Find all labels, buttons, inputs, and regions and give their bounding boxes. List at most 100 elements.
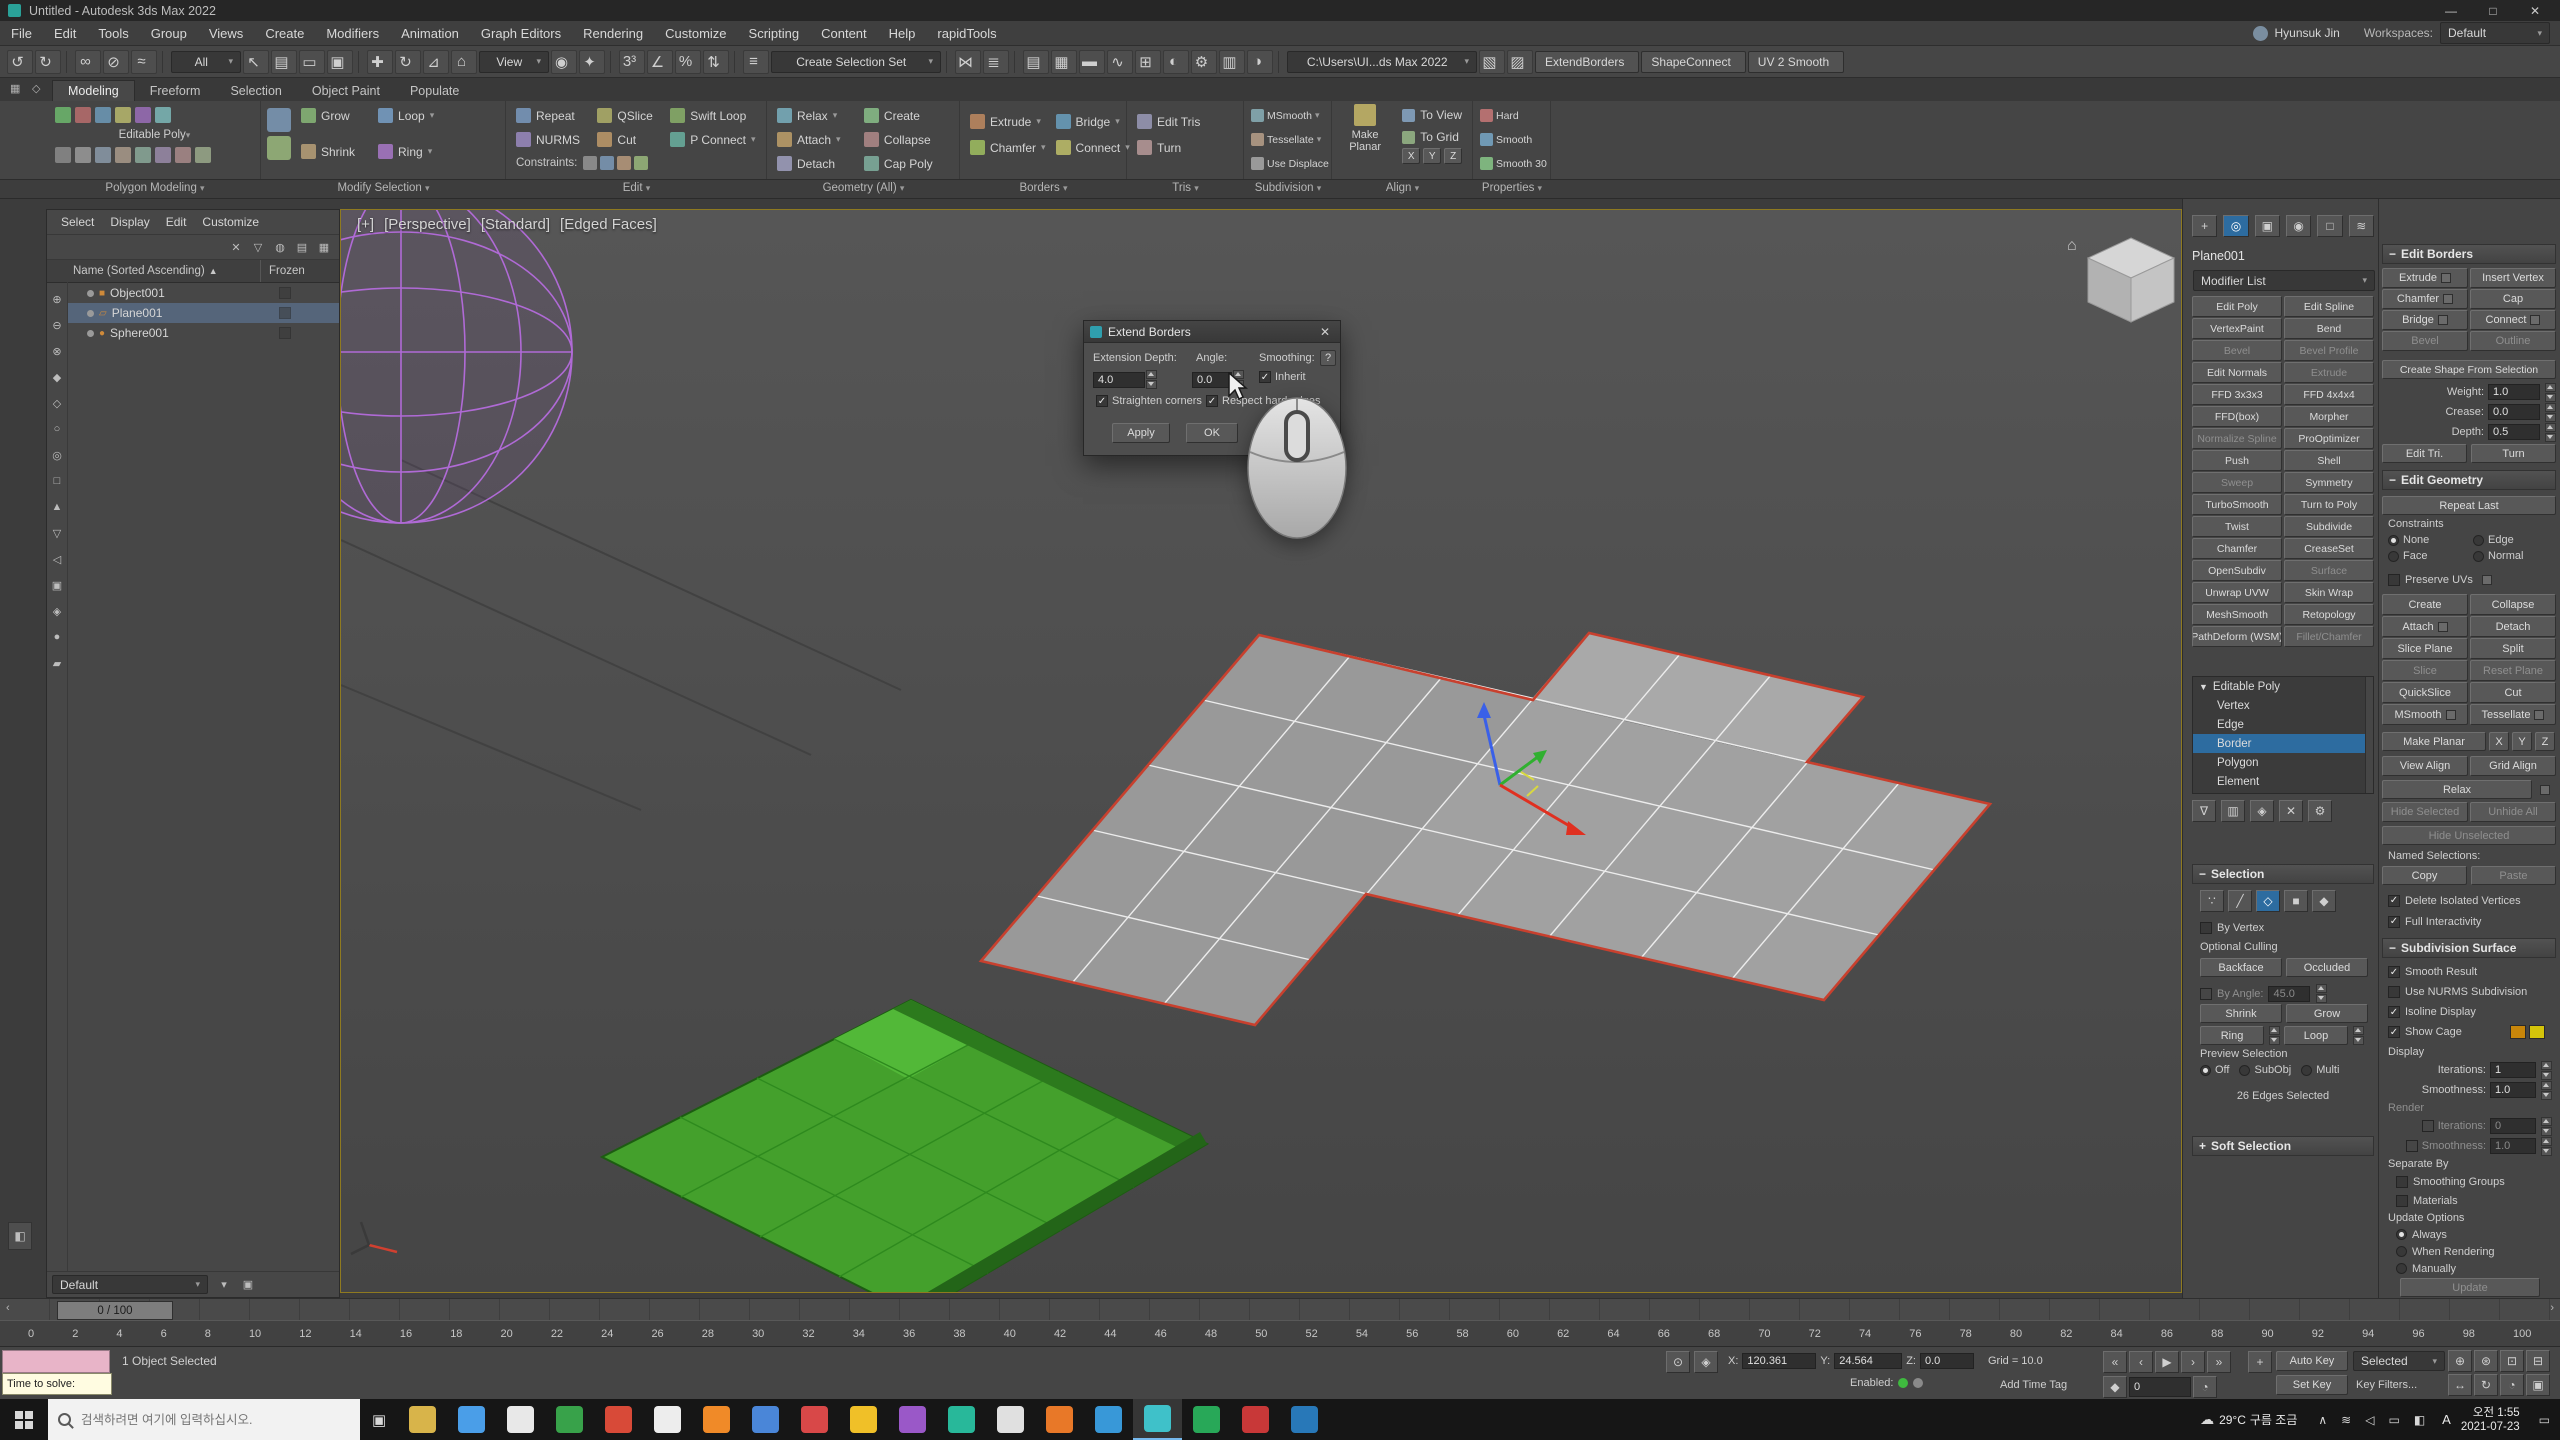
time-configuration-icon[interactable]: ◔ <box>2193 1376 2217 1398</box>
explorer-menu-item[interactable]: Select <box>53 215 102 229</box>
stack-subobject-item[interactable]: Edge <box>2193 715 2373 734</box>
material-editor-icon[interactable]: ◐ <box>1163 50 1189 74</box>
workspace-tool-icon-1[interactable]: ▧ <box>1479 50 1505 74</box>
shrink-button[interactable]: Shrink <box>2200 1004 2282 1023</box>
menu-item[interactable]: Edit <box>43 26 87 41</box>
toolbar-icon[interactable] <box>1014 51 1018 73</box>
modifier-button[interactable]: CreaseSet <box>2284 538 2374 559</box>
select-place-icon[interactable]: ⌂ <box>451 50 477 74</box>
by-angle-checkbox[interactable] <box>2200 988 2212 1000</box>
time-slider-handle[interactable]: 0 / 100 <box>57 1301 173 1320</box>
ribbon-button[interactable]: QSlice <box>593 104 662 127</box>
menu-item[interactable]: Help <box>878 26 927 41</box>
maximize-viewport-icon[interactable]: ▣ <box>2526 1374 2550 1396</box>
explorer-menu-item[interactable]: Edit <box>158 215 195 229</box>
section-label[interactable]: Geometry (All) ▾ <box>767 182 960 194</box>
macro-uv2smooth-button[interactable]: UV 2 Smooth <box>1748 51 1844 73</box>
tray-onedrive-icon[interactable]: ◧ <box>2414 1413 2425 1427</box>
border-mode-icon[interactable]: ◇ <box>2256 890 2280 912</box>
stack-subobject-item[interactable]: Polygon <box>2193 753 2373 772</box>
align-icon[interactable]: ≣ <box>983 50 1009 74</box>
ribbon-button[interactable]: Chamfer▾ <box>966 136 1050 159</box>
angle-field[interactable]: 0.0 <box>1192 372 1232 388</box>
enabled-green-dot[interactable] <box>1898 1378 1908 1388</box>
option-checkbox[interactable] <box>2396 1195 2408 1207</box>
explorer-menu-item[interactable]: Customize <box>194 215 267 229</box>
toolbar-icon[interactable] <box>1278 51 1282 73</box>
maximize-button[interactable]: □ <box>2476 4 2510 18</box>
ime-indicator[interactable]: A <box>2442 1412 2451 1427</box>
modifier-button[interactable]: Push <box>2192 450 2282 471</box>
detail-view-icon[interactable]: ▦ <box>315 237 333 257</box>
curve-editor-icon[interactable]: ∿ <box>1107 50 1133 74</box>
soft-selection-rollout-header[interactable]: +Soft Selection <box>2192 1136 2374 1156</box>
subdiv-spinner[interactable] <box>2541 1137 2552 1156</box>
loop-button[interactable]: Loop <box>2284 1026 2348 1045</box>
command-tab-create-icon[interactable]: + <box>2192 215 2217 237</box>
respect-hard-edges-checkbox[interactable] <box>1206 395 1218 407</box>
override-checkbox[interactable] <box>2422 1120 2434 1132</box>
modifier-button[interactable]: Extrude <box>2284 362 2374 383</box>
edit-geometry-button[interactable]: Tessellate <box>2470 704 2556 725</box>
taskbar-app-icon[interactable] <box>594 1399 643 1440</box>
command-tab-hierarchy-icon[interactable]: ▣ <box>2255 215 2280 237</box>
menu-item[interactable]: Tools <box>87 26 139 41</box>
hide-unselected-button[interactable]: Hide Unselected <box>2382 826 2556 845</box>
toolbar-icon[interactable] <box>734 51 738 73</box>
visibility-dot-icon[interactable] <box>87 310 94 317</box>
modifier-button[interactable]: Sweep <box>2192 472 2282 493</box>
edit-borders-button[interactable]: Extrude <box>2382 268 2468 288</box>
edit-geometry-button[interactable]: MSmooth <box>2382 704 2468 725</box>
section-label[interactable]: Modify Selection ▾ <box>261 182 506 194</box>
modifier-list-dropdown[interactable]: Modifier List▾ <box>2193 270 2375 291</box>
scene-object-row[interactable]: ▱ Plane001 <box>67 303 339 323</box>
ribbon-tab[interactable]: Freeform <box>135 81 216 101</box>
search-icon[interactable]: ◍ <box>271 237 289 257</box>
by-vertex-checkbox[interactable] <box>2200 922 2212 934</box>
section-label[interactable]: Tris ▾ <box>1127 182 1244 194</box>
apply-button[interactable]: Apply <box>1112 423 1170 443</box>
modifier-button[interactable]: Edit Spline <box>2284 296 2374 317</box>
ribbon-button[interactable]: Detach <box>773 152 856 175</box>
selection-rollout-header[interactable]: −Selection <box>2192 864 2374 884</box>
taskbar-app-icon[interactable] <box>1280 1399 1329 1440</box>
stack-scrollbar[interactable] <box>2365 677 2373 793</box>
modifier-button[interactable]: Subdivide <box>2284 516 2374 537</box>
edge-property-spinner[interactable] <box>2545 403 2556 422</box>
constraint-icon[interactable] <box>583 156 597 170</box>
update-option-radio[interactable]: Manually <box>2396 1260 2495 1277</box>
modifier-button[interactable]: MeshSmooth <box>2192 604 2282 625</box>
settings-box-icon[interactable] <box>2534 710 2544 720</box>
extension-depth-field[interactable]: 4.0 <box>1093 372 1145 388</box>
edge-property-spinner[interactable] <box>2545 383 2556 402</box>
zoom-extents-icon[interactable]: ⊡ <box>2500 1350 2524 1372</box>
menu-item[interactable]: Group <box>140 26 198 41</box>
add-time-tag[interactable]: Add Time Tag <box>2000 1379 2067 1391</box>
weather-temp[interactable]: 29°C <box>2219 1413 2246 1427</box>
maxscript-mini-listener[interactable] <box>2 1350 110 1373</box>
viewport-style-menu[interactable]: [Edged Faces] <box>560 216 657 233</box>
selection-filter-dropdown[interactable]: All▾ <box>171 51 241 73</box>
ribbon-button[interactable]: Tessellate▾ <box>1250 128 1333 151</box>
taskbar-app-icon[interactable] <box>692 1399 741 1440</box>
current-frame-field[interactable]: 0 <box>2129 1377 2191 1397</box>
select-object-icon[interactable]: ↖ <box>243 50 269 74</box>
show-end-result-icon[interactable]: ▥ <box>2221 800 2245 822</box>
modifier-button[interactable]: FFD 3x3x3 <box>2192 384 2282 405</box>
repeat-last-button[interactable]: Repeat Last <box>2382 496 2556 515</box>
ribbon-toggle-icon[interactable]: ▬ <box>1079 50 1105 74</box>
workspace-tool-icon-2[interactable]: ▨ <box>1507 50 1533 74</box>
command-tab-modify-icon[interactable]: ◎ <box>2223 215 2248 237</box>
edit-geometry-button[interactable]: Unhide All <box>2470 802 2556 822</box>
inherit-checkbox[interactable] <box>1259 371 1271 383</box>
ribbon-button[interactable]: Turn <box>1133 136 1237 159</box>
selection-set-combo[interactable]: Create Selection Set▾ <box>771 51 941 73</box>
modifier-button[interactable]: FFD 4x4x4 <box>2284 384 2374 405</box>
polygon-modeling-icon[interactable] <box>135 107 151 123</box>
section-label[interactable]: Borders ▾ <box>960 182 1127 194</box>
dialog-title-bar[interactable]: Extend Borders ✕ <box>1084 321 1340 343</box>
taskbar-search[interactable] <box>48 1399 360 1440</box>
zoom-region-icon[interactable]: ⊟ <box>2526 1350 2550 1372</box>
display-lights-icon[interactable]: ○ <box>48 416 66 442</box>
time-slider[interactable]: ‹ 0 / 100 › <box>0 1298 2560 1320</box>
